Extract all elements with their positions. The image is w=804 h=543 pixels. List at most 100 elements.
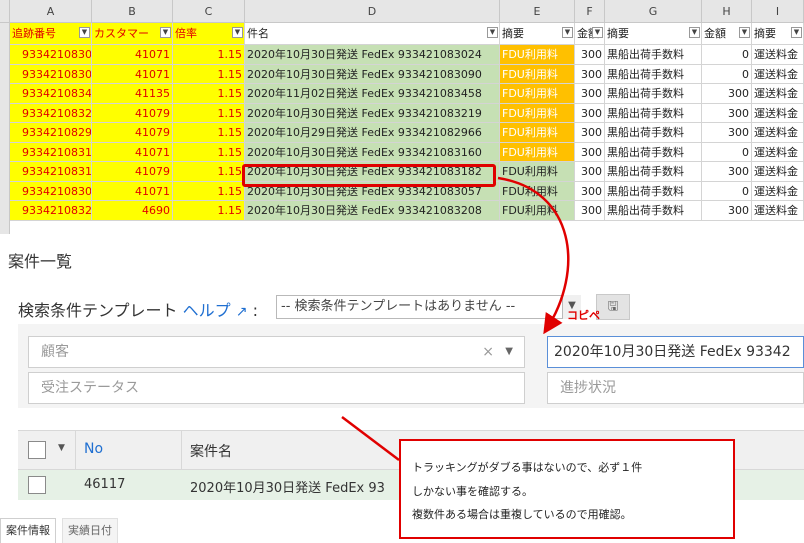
- sheet-cell-rate[interactable]: 1.15: [173, 64, 245, 84]
- sheet-cell-tracking[interactable]: 933421083160: [10, 142, 92, 162]
- sheet-header-cell[interactable]: 摘要 ▼: [752, 23, 804, 45]
- sheet-cell-desc2[interactable]: 黒船出荷手数料: [605, 162, 702, 182]
- filter-dropdown-icon[interactable]: ▼: [592, 27, 603, 38]
- filter-dropdown-icon[interactable]: ▼: [689, 27, 700, 38]
- progress-field[interactable]: 進捗状況: [547, 372, 804, 404]
- select-all-corner[interactable]: [0, 0, 10, 23]
- column-header-no[interactable]: No: [84, 441, 103, 457]
- sheet-cell-amt1[interactable]: 300: [575, 181, 605, 201]
- sheet-cell-tracking[interactable]: 933421083057: [10, 181, 92, 201]
- sheet-cell-tracking[interactable]: 933421083208: [10, 201, 92, 221]
- sheet-cell-desc2[interactable]: 黒船出荷手数料: [605, 142, 702, 162]
- sheet-cell-desc1[interactable]: FDU利用料: [500, 84, 575, 104]
- sheet-cell-customer[interactable]: 41079: [92, 123, 173, 143]
- sheet-cell-desc1[interactable]: FDU利用料: [500, 123, 575, 143]
- sheet-cell-amt2[interactable]: 300: [702, 123, 752, 143]
- sheet-cell-amt2[interactable]: 300: [702, 84, 752, 104]
- sheet-cell-amt2[interactable]: 0: [702, 181, 752, 201]
- select-all-checkbox[interactable]: [28, 441, 46, 459]
- sheet-cell-customer[interactable]: 41071: [92, 64, 173, 84]
- sheet-cell-desc3[interactable]: 運送料金: [752, 123, 804, 143]
- sheet-cell-desc2[interactable]: 黒船出荷手数料: [605, 181, 702, 201]
- column-header-case-name[interactable]: 案件名: [190, 441, 232, 461]
- sheet-cell-desc2[interactable]: 黒船出荷手数料: [605, 201, 702, 221]
- sheet-cell-desc3[interactable]: 運送料金: [752, 162, 804, 182]
- sheet-cell-desc1[interactable]: FDU利用料: [500, 181, 575, 201]
- column-letter-f[interactable]: F: [575, 0, 605, 23]
- sheet-cell-tracking[interactable]: 933421083090: [10, 64, 92, 84]
- sheet-cell-desc3[interactable]: 運送料金: [752, 103, 804, 123]
- chevron-down-icon[interactable]: ▼: [505, 337, 513, 367]
- sheet-cell-desc3[interactable]: 運送料金: [752, 201, 804, 221]
- chevron-down-icon[interactable]: ▼: [58, 443, 65, 453]
- sheet-cell-subject[interactable]: 2020年10月30日発送 FedEx 933421083024: [245, 45, 500, 65]
- sheet-cell-amt1[interactable]: 300: [575, 103, 605, 123]
- row-case-name[interactable]: 2020年10月30日発送 FedEx 93: [190, 477, 385, 496]
- sheet-cell-amt2[interactable]: 300: [702, 103, 752, 123]
- sheet-cell-amt1[interactable]: 300: [575, 84, 605, 104]
- sheet-header-cell[interactable]: 倍率 ▼: [173, 23, 245, 45]
- sheet-cell-rate[interactable]: 1.15: [173, 123, 245, 143]
- sheet-cell-desc1[interactable]: FDU利用料: [500, 103, 575, 123]
- sheet-cell-rate[interactable]: 1.15: [173, 142, 245, 162]
- sheet-cell-desc3[interactable]: 運送料金: [752, 181, 804, 201]
- sheet-cell-rate[interactable]: 1.15: [173, 162, 245, 182]
- sheet-cell-subject[interactable]: 2020年10月30日発送 FedEx 933421083160: [245, 142, 500, 162]
- sheet-cell-amt2[interactable]: 0: [702, 45, 752, 65]
- sheet-cell-subject[interactable]: 2020年10月30日発送 FedEx 933421083219: [245, 103, 500, 123]
- column-letter-a[interactable]: A: [10, 0, 92, 23]
- sheet-header-cell[interactable]: 件名 ▼: [245, 23, 500, 45]
- sheet-cell-subject[interactable]: 2020年10月30日発送 FedEx 933421083090: [245, 64, 500, 84]
- save-icon[interactable]: 🖫: [596, 294, 630, 320]
- sheet-cell-subject[interactable]: 2020年10月29日発送 FedEx 933421082966: [245, 123, 500, 143]
- sheet-cell-rate[interactable]: 1.15: [173, 45, 245, 65]
- filter-dropdown-icon[interactable]: ▼: [79, 27, 90, 38]
- sheet-cell-desc3[interactable]: 運送料金: [752, 64, 804, 84]
- sheet-cell-rate[interactable]: 1.15: [173, 103, 245, 123]
- filter-dropdown-icon[interactable]: ▼: [562, 27, 573, 38]
- sheet-header-cell[interactable]: 摘要 ▼: [500, 23, 575, 45]
- clear-icon[interactable]: ×: [482, 337, 494, 367]
- row-checkbox[interactable]: [28, 476, 46, 494]
- sheet-header-cell[interactable]: 金額 ▼: [575, 23, 605, 45]
- sheet-cell-desc1[interactable]: FDU利用料: [500, 162, 575, 182]
- sheet-cell-desc1[interactable]: FDU利用料: [500, 64, 575, 84]
- sheet-cell-amt2[interactable]: 300: [702, 201, 752, 221]
- case-name-field[interactable]: 2020年10月30日発送 FedEx 93342: [547, 336, 804, 368]
- sheet-cell-subject[interactable]: 2020年10月30日発送 FedEx 933421083208: [245, 201, 500, 221]
- sheet-cell-rate[interactable]: 1.15: [173, 201, 245, 221]
- sheet-cell-amt2[interactable]: 0: [702, 142, 752, 162]
- column-letter-g[interactable]: G: [605, 0, 702, 23]
- sheet-header-cell[interactable]: カスタマー ▼: [92, 23, 173, 45]
- sheet-cell-customer[interactable]: 41071: [92, 181, 173, 201]
- sheet-cell-desc2[interactable]: 黒船出荷手数料: [605, 64, 702, 84]
- column-letter-b[interactable]: B: [92, 0, 173, 23]
- sheet-cell-desc3[interactable]: 運送料金: [752, 45, 804, 65]
- sheet-cell-desc1[interactable]: FDU利用料: [500, 142, 575, 162]
- sheet-cell-amt1[interactable]: 300: [575, 64, 605, 84]
- sheet-cell-amt1[interactable]: 300: [575, 162, 605, 182]
- sheet-cell-customer[interactable]: 41135: [92, 84, 173, 104]
- sheet-cell-desc2[interactable]: 黒船出荷手数料: [605, 84, 702, 104]
- sheet-cell-subject[interactable]: 2020年11月02日発送 FedEx 933421083458: [245, 84, 500, 104]
- tab-actual-date[interactable]: 実績日付: [62, 518, 118, 543]
- template-select[interactable]: -- 検索条件テンプレートはありません --: [276, 295, 581, 319]
- tab-case-info[interactable]: 案件情報: [0, 518, 56, 543]
- column-letter-c[interactable]: C: [173, 0, 245, 23]
- sheet-cell-amt1[interactable]: 300: [575, 123, 605, 143]
- sheet-cell-tracking[interactable]: 933421083024: [10, 45, 92, 65]
- sheet-cell-amt1[interactable]: 300: [575, 201, 605, 221]
- filter-dropdown-icon[interactable]: ▼: [232, 27, 243, 38]
- sheet-header-cell[interactable]: 金額 ▼: [702, 23, 752, 45]
- sheet-cell-desc3[interactable]: 運送料金: [752, 84, 804, 104]
- sheet-cell-customer[interactable]: 41079: [92, 103, 173, 123]
- sheet-cell-desc2[interactable]: 黒船出荷手数料: [605, 45, 702, 65]
- filter-dropdown-icon[interactable]: ▼: [739, 27, 750, 38]
- sheet-cell-tracking[interactable]: 933421083182: [10, 162, 92, 182]
- sheet-cell-tracking[interactable]: 933421082966: [10, 123, 92, 143]
- column-letter-i[interactable]: I: [752, 0, 804, 23]
- sheet-cell-customer[interactable]: 41071: [92, 45, 173, 65]
- sheet-cell-customer[interactable]: 41079: [92, 162, 173, 182]
- sheet-cell-desc3[interactable]: 運送料金: [752, 142, 804, 162]
- column-letter-h[interactable]: H: [702, 0, 752, 23]
